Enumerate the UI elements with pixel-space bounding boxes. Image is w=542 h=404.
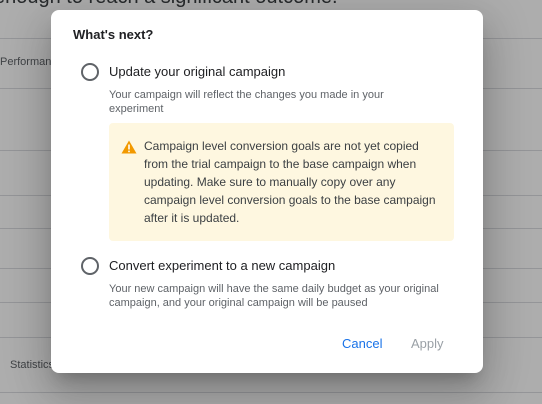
warning-icon — [121, 140, 137, 154]
radio-update-original[interactable] — [81, 63, 99, 81]
warning-banner: Campaign level conversion goals are not … — [109, 123, 454, 241]
dialog-title: What's next? — [73, 27, 154, 42]
apply-button[interactable]: Apply — [405, 332, 450, 355]
cancel-button[interactable]: Cancel — [336, 332, 388, 355]
option-update-original-label[interactable]: Update your original campaign — [109, 64, 285, 79]
whats-next-dialog: What's next? Update your original campai… — [51, 10, 483, 373]
option-convert-new-description: Your new campaign will have the same dai… — [109, 283, 439, 309]
radio-convert-new[interactable] — [81, 257, 99, 275]
warning-text: Campaign level conversion goals are not … — [144, 139, 436, 225]
option-update-original-description: Your campaign will reflect the changes y… — [109, 89, 384, 115]
option-convert-new-label[interactable]: Convert experiment to a new campaign — [109, 258, 335, 273]
